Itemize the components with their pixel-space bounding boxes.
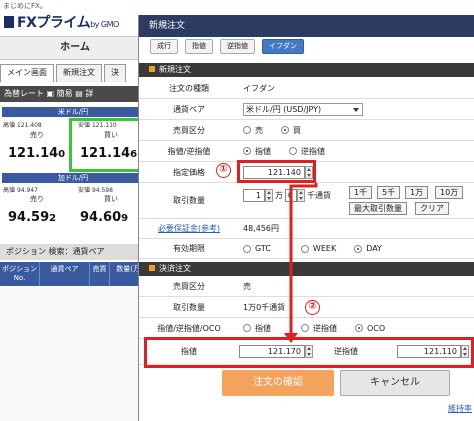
settle-price-highlight-box [144, 337, 474, 368]
annotation-two: ② [305, 300, 320, 315]
